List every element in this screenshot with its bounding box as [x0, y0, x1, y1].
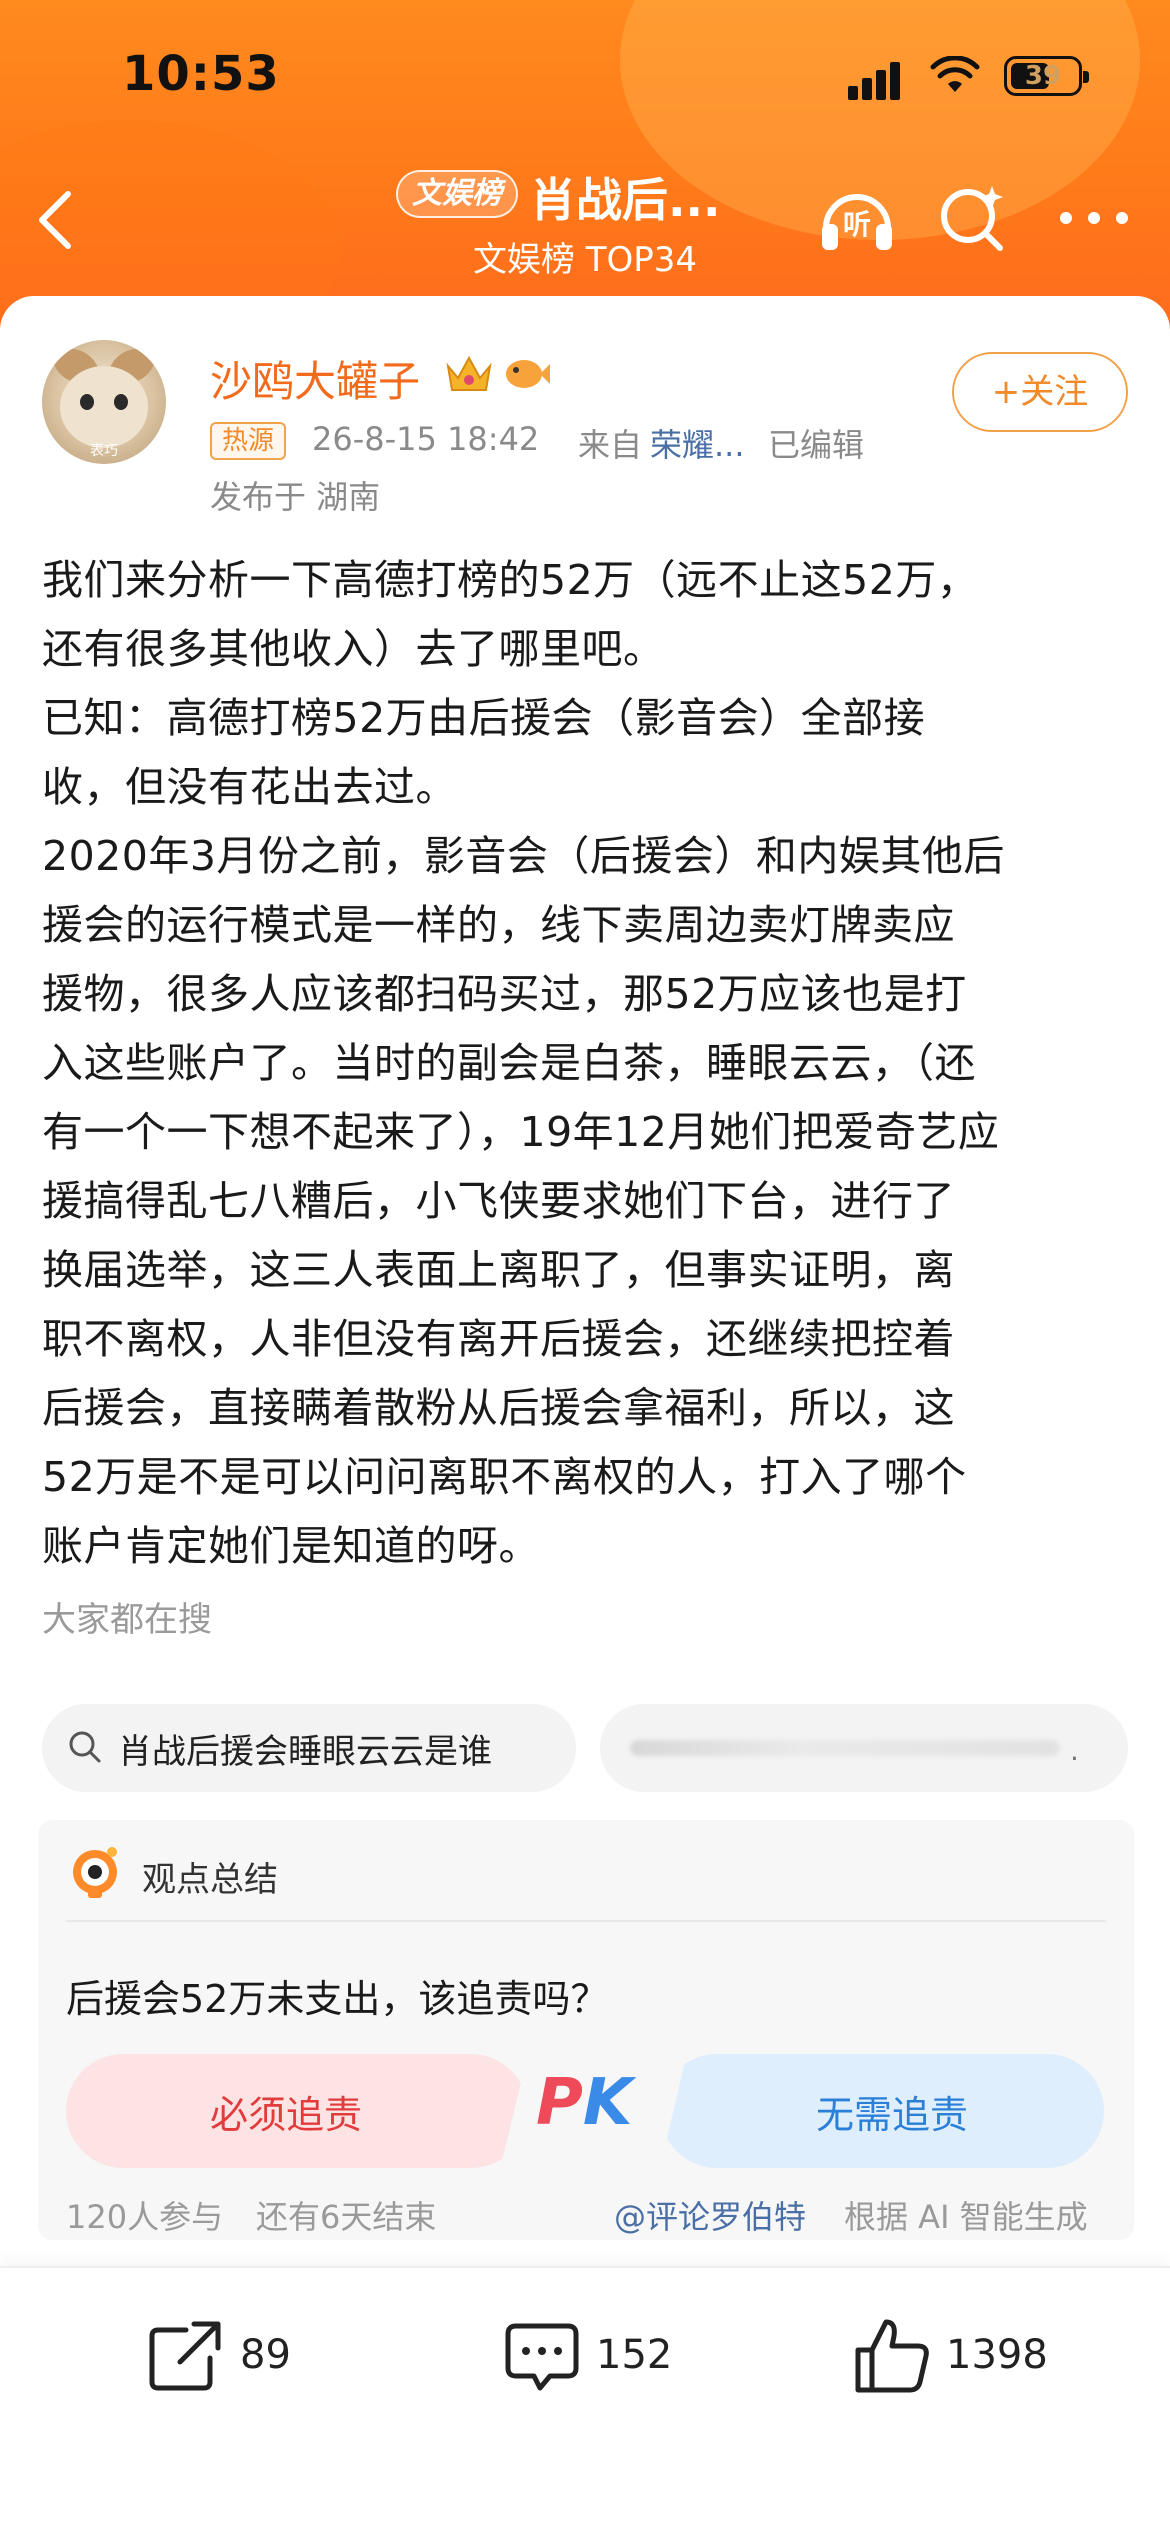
- comment-icon: [505, 2323, 579, 2391]
- opinion-summary-card: 观点总结 后援会52万未支出，该追责吗？ 必须追责 PK 无需追责 120人参与…: [38, 1820, 1134, 2240]
- avatar[interactable]: 表巧: [42, 340, 166, 464]
- page-title: 肖战后...: [530, 173, 721, 227]
- comment-count: 152: [596, 2332, 673, 2378]
- device-link[interactable]: 荣耀...: [650, 420, 745, 466]
- opinion-title: 观点总结: [142, 1860, 278, 1900]
- more-options-icon[interactable]: [1058, 208, 1132, 228]
- search-icon[interactable]: [934, 180, 1010, 256]
- time-remaining: 还有6天结束: [256, 2198, 437, 2236]
- top-header: 10:53 39 文娱榜 肖战后... 文娱榜 TOP34 听: [0, 0, 1170, 330]
- trending-search-heading: 大家都在搜: [42, 1600, 212, 1640]
- search-chip[interactable]: 肖战后援会睡眼云云是谁: [42, 1704, 576, 1792]
- robot-mascot-icon: [73, 1847, 117, 1898]
- vote-option-label: 必须追责: [209, 2093, 362, 2137]
- wifi-icon: [930, 56, 980, 92]
- hot-source-tag: 热源: [210, 422, 287, 460]
- participant-count: 120人参与: [66, 2198, 224, 2236]
- edited-label: 已编辑: [768, 426, 865, 464]
- divider: [66, 1920, 1106, 1922]
- vote-option-label: 无需追责: [815, 2093, 968, 2137]
- search-chip-label: 肖战后援会睡眼云云是谁: [118, 1732, 492, 1772]
- svg-text:听: 听: [843, 208, 871, 241]
- post-location: 发布于 湖南: [210, 478, 381, 516]
- ranking-tag: 文娱榜: [396, 170, 518, 218]
- search-chip-blurred[interactable]: .: [600, 1704, 1128, 1792]
- fish-badge-icon[interactable]: [502, 354, 550, 394]
- crown-badge-icon[interactable]: [444, 352, 494, 396]
- battery-level: 39: [1024, 61, 1062, 91]
- pk-logo: PK: [536, 2066, 633, 2140]
- author-link[interactable]: @评论罗伯特: [614, 2192, 806, 2238]
- post-time: 26-8-15 18:42: [312, 420, 540, 458]
- from-label: 来自: [578, 426, 643, 464]
- share-icon: [149, 2321, 221, 2391]
- post-body: 我们来分析一下高德打榜的52万（远不止这52万， 还有很多其他收入）去了哪里吧。…: [42, 556, 1005, 1570]
- vote-option-no-need[interactable]: 无需追责: [660, 2054, 1104, 2168]
- listen-icon[interactable]: 听: [816, 180, 898, 256]
- opinion-question: 后援会52万未支出，该追责吗？: [66, 1977, 609, 2021]
- search-chip-label: .: [1070, 1734, 1079, 1767]
- weibo-post-page: 10:53 39 文娱榜 肖战后... 文娱榜 TOP34 听 表巧 沙鸥大罐子…: [0, 0, 1170, 2532]
- ai-source-note: 根据 AI 智能生成: [844, 2198, 1088, 2236]
- battery-icon: 39: [1004, 56, 1089, 96]
- bottom-action-bar: 89 152 1398: [0, 2266, 1170, 2532]
- status-time: 10:53: [122, 46, 280, 102]
- thumbs-up-icon: [855, 2319, 929, 2393]
- search-icon: [69, 1731, 101, 1763]
- post-card: 表巧 沙鸥大罐子 热源 26-8-15 18:42 来自 荣耀... 已编辑 发…: [0, 296, 1170, 2532]
- vote-option-must-pursue[interactable]: 必须追责: [66, 2054, 528, 2168]
- cellular-signal-icon: [848, 60, 904, 100]
- user-name[interactable]: 沙鸥大罐子: [210, 348, 420, 409]
- share-count: 89: [240, 2332, 291, 2378]
- avatar-caption: 表巧: [90, 443, 118, 459]
- follow-button[interactable]: +关注: [952, 352, 1128, 432]
- like-count: 1398: [946, 2332, 1048, 2378]
